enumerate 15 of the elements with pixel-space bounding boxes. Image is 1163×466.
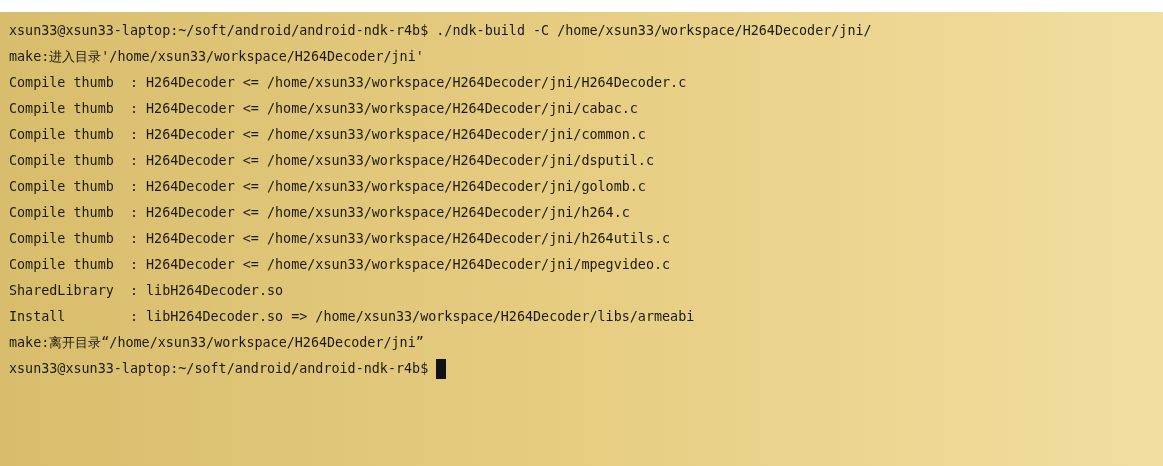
- output-line: Compile thumb : H264Decoder <= /home/xsun33/workspace/H264Decoder/jni/h264.c: [9, 204, 630, 222]
- output-line: Compile thumb : H264Decoder <= /home/xsun33/workspace/H264Decoder/jni/h264utils.c: [9, 230, 671, 248]
- command-line: xsun33@xsun33-laptop:~/soft/android/android-ndk-r4b$ ./ndk-build -C /home/xsun33/workspace/H264Decoder/jni/: [9, 22, 872, 40]
- output-line: Install : libH264Decoder.so => /home/xsun33/workspace/H264Decoder/libs/armeabi: [9, 308, 695, 326]
- output-line: Compile thumb : H264Decoder <= /home/xsun33/workspace/H264Decoder/jni/mpegvideo.c: [9, 256, 671, 274]
- output-line: Compile thumb : H264Decoder <= /home/xsun33/workspace/H264Decoder/jni/H264Decoder.c: [9, 74, 687, 92]
- output-line: Compile thumb : H264Decoder <= /home/xsun33/workspace/H264Decoder/jni/golomb.c: [9, 178, 646, 196]
- output-line: SharedLibrary : libH264Decoder.so: [9, 282, 284, 300]
- prompt-line: xsun33@xsun33-laptop:~/soft/android/android-ndk-r4b$: [9, 360, 430, 378]
- output-line: make:离开目录“/home/xsun33/workspace/H264Decoder/jni”: [9, 334, 424, 352]
- cursor-icon: [436, 359, 447, 379]
- output-line: Compile thumb : H264Decoder <= /home/xsun33/workspace/H264Decoder/jni/cabac.c: [9, 100, 638, 118]
- output-line: make:进入目录'/home/xsun33/workspace/H264Decoder/jni': [9, 48, 424, 66]
- output-line: Compile thumb : H264Decoder <= /home/xsun33/workspace/H264Decoder/jni/dsputil.c: [9, 152, 654, 170]
- output-line: Compile thumb : H264Decoder <= /home/xsun33/workspace/H264Decoder/jni/common.c: [9, 126, 646, 144]
